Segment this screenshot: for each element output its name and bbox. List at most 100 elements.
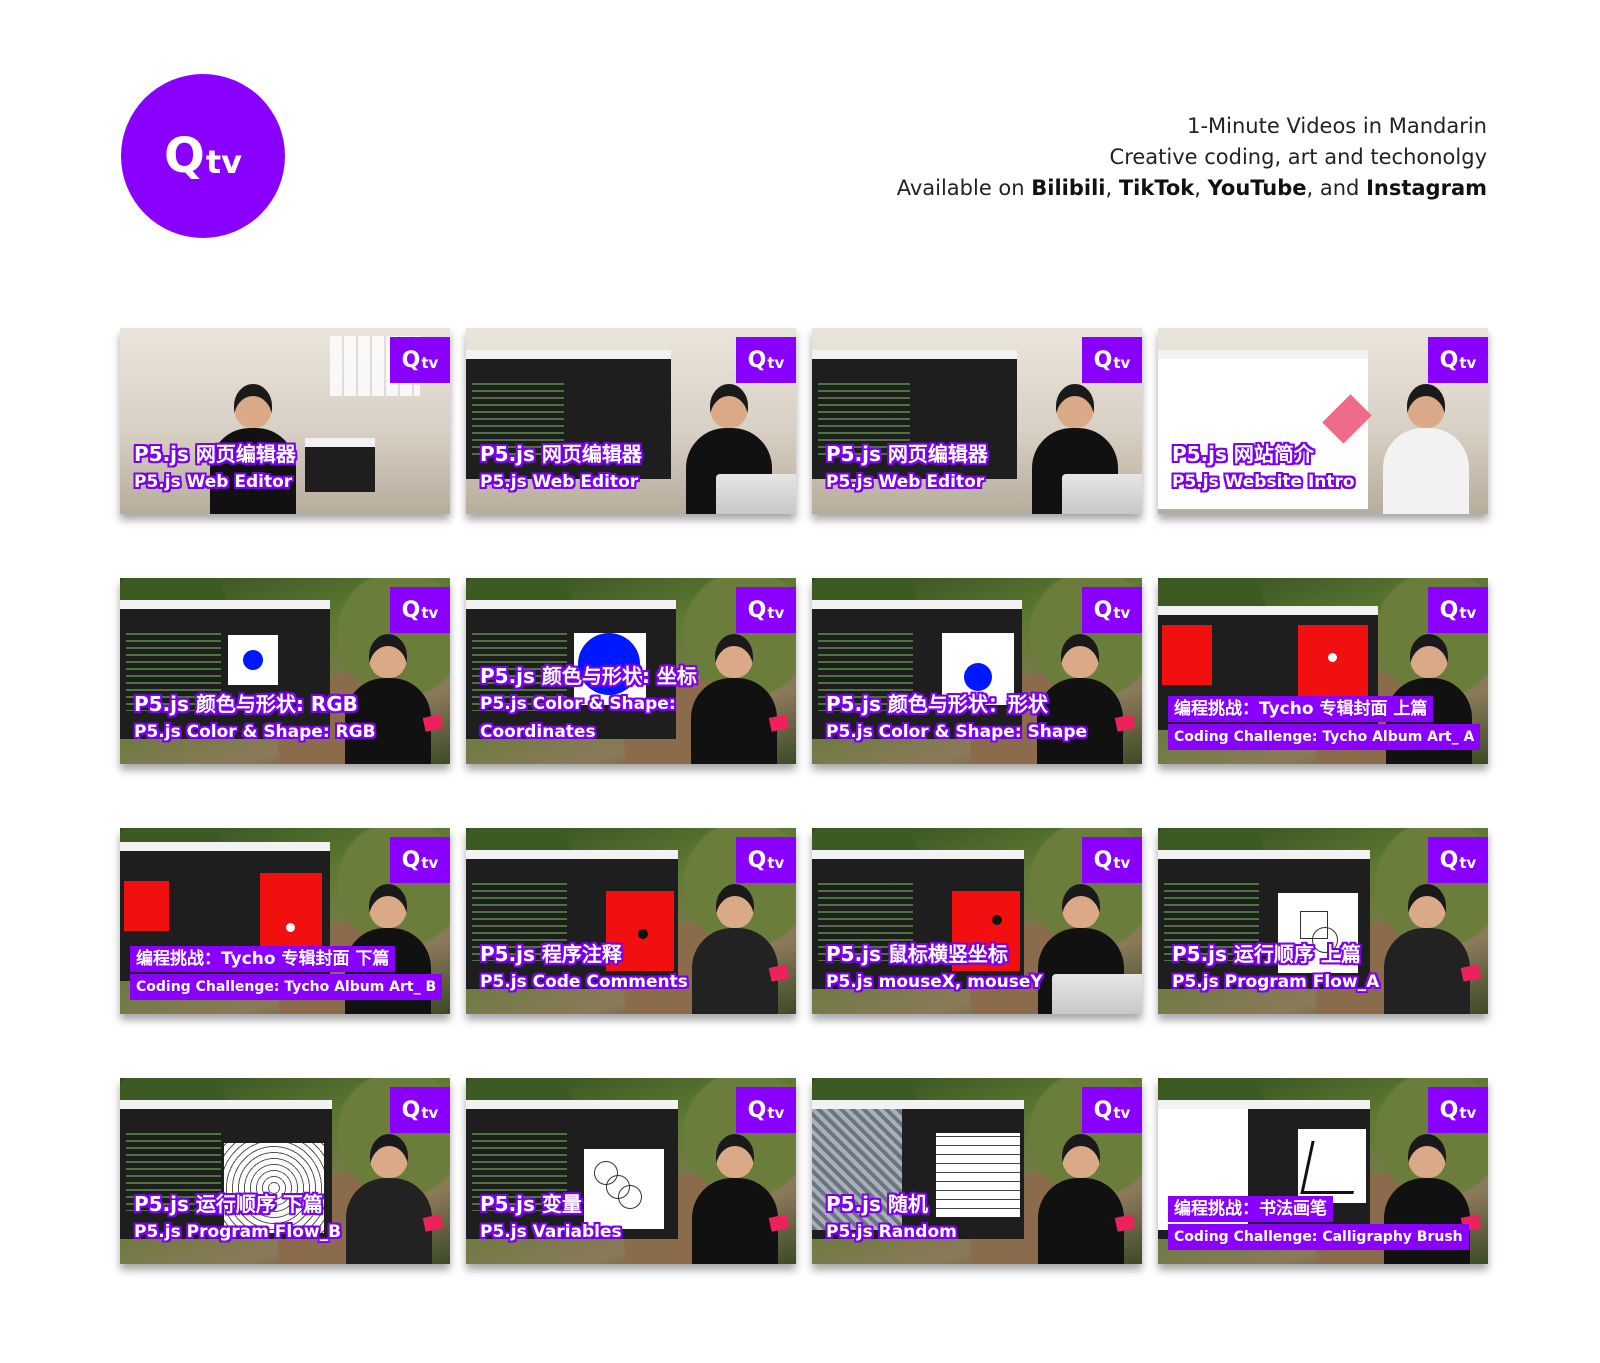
album-art [1162, 625, 1212, 685]
tagline: 1-Minute Videos in Mandarin Creative cod… [897, 111, 1487, 204]
caption-zh: P5.js 颜色与形状：形状 [826, 692, 1048, 716]
video-thumbnail[interactable]: Qtv P5.js 颜色与形状: 坐标 P5.js Color & Shape: … [466, 578, 796, 764]
video-caption: P5.js 网站简介 P5.js Website Intro [1172, 440, 1355, 496]
qtv-badge: Qtv [736, 1087, 796, 1133]
caption-zh: 编程挑战：书法画笔 [1168, 1196, 1333, 1222]
logo-q: Q [164, 128, 205, 184]
caption-zh: P5.js 颜色与形状: 坐标 [480, 664, 697, 688]
qtv-badge: Qtv [390, 1087, 450, 1133]
qtv-badge: Qtv [736, 837, 796, 883]
qtv-badge: Qtv [390, 337, 450, 383]
tagline-sep: , [1194, 176, 1208, 200]
presenter [692, 874, 778, 1014]
video-thumbnail[interactable]: Qtv P5.js 网站简介 P5.js Website Intro [1158, 328, 1488, 514]
caption-zh: 编程挑战：Tycho 专辑封面 上篇 [1168, 696, 1434, 722]
tagline-line-3: Available on Bilibili, TikTok, YouTube, … [897, 173, 1487, 204]
presenter [346, 1124, 432, 1264]
video-thumbnail[interactable]: Qtv P5.js 运行顺序 下篇 P5.js Program Flow_B [120, 1078, 450, 1264]
video-caption: P5.js 颜色与形状: 坐标 P5.js Color & Shape: Coor… [480, 662, 796, 746]
logo-tv: tv [205, 143, 242, 181]
caption-zh: P5.js 鼠标横竖坐标 [826, 942, 1008, 966]
qtv-badge: Qtv [1082, 587, 1142, 633]
video-caption: P5.js 颜色与形状：形状 P5.js Color & Shape: Shape [826, 690, 1087, 746]
caption-en: P5.js Color & Shape: Coordinates [480, 694, 676, 742]
sketch-canvas [1298, 625, 1368, 705]
tagline-sep: , and [1306, 176, 1367, 200]
qtv-badge: Qtv [1082, 837, 1142, 883]
video-caption: P5.js 运行顺序 下篇 P5.js Program Flow_B [134, 1190, 341, 1246]
caption-en: Coding Challenge: Calligraphy Brush [1168, 1224, 1469, 1250]
presenter [1038, 1124, 1124, 1264]
qtv-badge: Qtv [1428, 337, 1488, 383]
presenter [1384, 874, 1470, 1014]
video-thumbnail[interactable]: Qtv P5.js 颜色与形状: RGB P5.js Color & Shape:… [120, 578, 450, 764]
video-thumbnail[interactable]: Qtv P5.js 鼠标横竖坐标 P5.js mouseX, mouseY [812, 828, 1142, 1014]
platform-bilibili: Bilibili [1031, 176, 1106, 200]
video-thumbnail[interactable]: Qtv 编程挑战：Tycho 专辑封面 下篇 Coding Challenge: … [120, 828, 450, 1014]
video-caption: P5.js 程序注释 P5.js Code Comments [480, 940, 688, 996]
caption-zh: P5.js 变量 [480, 1192, 582, 1216]
qtv-badge: Qtv [390, 837, 450, 883]
video-thumbnail[interactable]: Qtv 编程挑战：书法画笔 Coding Challenge: Calligrap… [1158, 1078, 1488, 1264]
p5-sticker [422, 714, 444, 732]
platform-youtube: YouTube [1207, 176, 1307, 200]
caption-zh: P5.js 运行顺序 上篇 [1172, 942, 1361, 966]
laptop [1062, 474, 1142, 514]
qtv-badge: Qtv [1082, 1087, 1142, 1133]
video-caption: 编程挑战：Tycho 专辑封面 下篇 Coding Challenge: Tych… [130, 944, 443, 1000]
video-caption: 编程挑战：Tycho 专辑封面 上篇 Coding Challenge: Tych… [1168, 694, 1481, 750]
qtv-badge: Qtv [390, 587, 450, 633]
sketch-canvas [228, 635, 278, 685]
caption-zh: P5.js 随机 [826, 1192, 928, 1216]
p5-sticker [422, 1214, 444, 1232]
caption-zh: 编程挑战：Tycho 专辑封面 下篇 [130, 946, 396, 972]
caption-en: P5.js Program Flow_A [1172, 972, 1380, 992]
video-thumbnail[interactable]: Qtv P5.js 网页编辑器 P5.js Web Editor [466, 328, 796, 514]
caption-en: P5.js Website Intro [1172, 472, 1355, 492]
video-thumbnail[interactable]: Qtv 编程挑战：Tycho 专辑封面 上篇 Coding Challenge: … [1158, 578, 1488, 764]
caption-zh: P5.js 网页编辑器 [480, 442, 642, 466]
qtv-logo: Qtv [121, 74, 285, 238]
tagline-sep: , [1105, 176, 1119, 200]
video-thumbnail[interactable]: Qtv P5.js 随机 P5.js Random [812, 1078, 1142, 1264]
tagline-line-1: 1-Minute Videos in Mandarin [1187, 114, 1487, 138]
caption-en: Coding Challenge: Tycho Album Art_ B [130, 974, 443, 1000]
platform-instagram: Instagram [1366, 176, 1487, 200]
video-thumbnail[interactable]: Qtv P5.js 颜色与形状：形状 P5.js Color & Shape: S… [812, 578, 1142, 764]
tagline-prefix: Available on [896, 176, 1032, 200]
caption-en: P5.js Web Editor [480, 472, 639, 492]
video-caption: P5.js 颜色与形状: RGB P5.js Color & Shape: RGB [134, 690, 376, 746]
p5-sticker [768, 964, 790, 982]
p5-sticker [1460, 964, 1482, 982]
video-thumbnail[interactable]: Qtv P5.js 程序注释 P5.js Code Comments [466, 828, 796, 1014]
caption-zh: P5.js 网站简介 [1172, 442, 1314, 466]
laptop [1052, 974, 1142, 1014]
caption-en: P5.js Web Editor [134, 472, 293, 492]
video-thumbnail[interactable]: Qtv P5.js 运行顺序 上篇 P5.js Program Flow_A [1158, 828, 1488, 1014]
caption-en: P5.js Code Comments [480, 972, 688, 992]
video-caption: P5.js 网页编辑器 P5.js Web Editor [480, 440, 642, 496]
video-caption: P5.js 网页编辑器 P5.js Web Editor [826, 440, 988, 496]
caption-zh: P5.js 运行顺序 下篇 [134, 1192, 323, 1216]
caption-en: Coding Challenge: Tycho Album Art_ A [1168, 724, 1481, 750]
qtv-badge: Qtv [1428, 587, 1488, 633]
caption-en: P5.js Program Flow_B [134, 1222, 342, 1242]
video-thumbnail[interactable]: Qtv P5.js 网页编辑器 P5.js Web Editor [812, 328, 1142, 514]
video-caption: P5.js 网页编辑器 P5.js Web Editor [134, 440, 296, 496]
platform-tiktok: TikTok [1118, 176, 1195, 200]
caption-zh: P5.js 程序注释 [480, 942, 622, 966]
qtv-badge: Qtv [1082, 337, 1142, 383]
video-thumbnail[interactable]: Qtv P5.js 网页编辑器 P5.js Web Editor [120, 328, 450, 514]
presenter [692, 1124, 778, 1264]
caption-zh: P5.js 网页编辑器 [134, 442, 296, 466]
video-thumbnail[interactable]: Qtv P5.js 变量 P5.js Variables [466, 1078, 796, 1264]
qtv-badge: Qtv [736, 337, 796, 383]
caption-en: P5.js Color & Shape: Shape [826, 722, 1088, 742]
laptop [716, 474, 796, 514]
monitor [305, 438, 375, 492]
video-caption: P5.js 随机 P5.js Random [826, 1190, 957, 1246]
caption-en: P5.js Color & Shape: RGB [134, 722, 376, 742]
video-caption: P5.js 变量 P5.js Variables [480, 1190, 622, 1246]
caption-en: P5.js Random [826, 1222, 957, 1242]
album-art [124, 881, 169, 931]
